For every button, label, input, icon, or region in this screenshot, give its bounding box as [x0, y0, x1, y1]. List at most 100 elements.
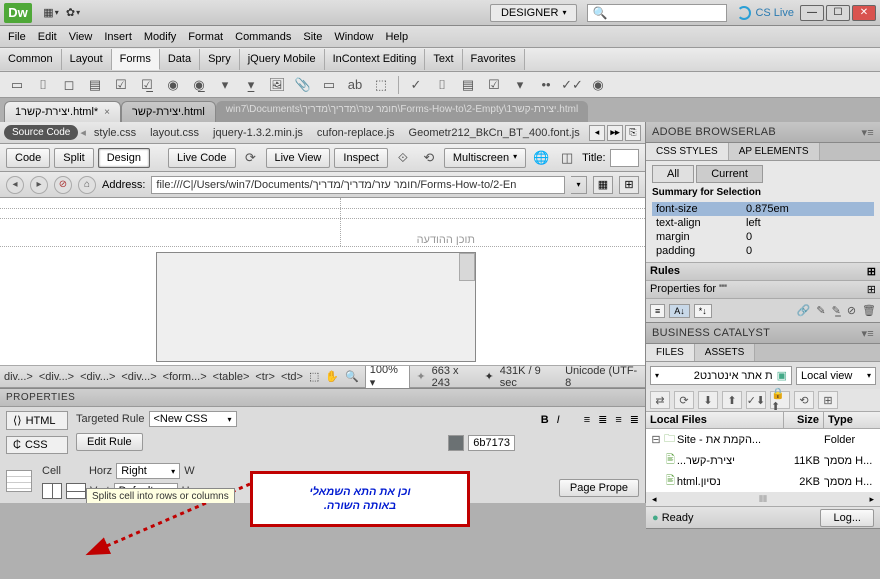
rel-next[interactable]: ▸▸ — [607, 125, 623, 141]
insert-tab-data[interactable]: Data — [160, 49, 200, 70]
spry-textarea-icon[interactable]: ▤ — [457, 75, 479, 95]
inspect-button[interactable]: Inspect — [334, 148, 387, 168]
new-rule-icon[interactable]: ✎ — [816, 304, 825, 317]
insert-tab-incontext[interactable]: InContext Editing — [325, 49, 426, 70]
layout-menu-icon[interactable]: ▦▾ — [42, 4, 60, 22]
h-scrollbar[interactable]: ◂⦀⦀▸ — [646, 492, 880, 506]
related-file[interactable]: jquery-1.3.2.min.js — [207, 125, 309, 141]
extension-menu-icon[interactable]: ✿▾ — [64, 4, 82, 22]
form-textarea[interactable] — [156, 252, 476, 362]
attach-css-icon[interactable]: 🔗 — [797, 304, 811, 317]
guides-icon[interactable]: ⊞ — [619, 176, 639, 194]
spry-checkbox-icon[interactable]: ☑ — [483, 75, 505, 95]
close-button[interactable]: ✕ — [852, 5, 876, 21]
related-file[interactable]: cufon-replace.js — [311, 125, 401, 141]
menu-commands[interactable]: Commands — [235, 31, 291, 43]
related-file[interactable]: layout.css — [144, 125, 205, 141]
spry-password-icon[interactable]: •• — [535, 75, 557, 95]
spry-validation-icon[interactable]: ✓ — [405, 75, 427, 95]
doc-tab-active[interactable]: יצירת-קשר1.html* × — [4, 101, 121, 122]
zoom-select[interactable]: 100% ▾ — [365, 362, 411, 391]
file-row[interactable]: 🖹 נסיון.html2KBמסמך H... — [646, 471, 880, 492]
checkout-icon[interactable]: ✓⬇ — [746, 391, 766, 409]
tag-crumb[interactable]: <table> — [213, 371, 250, 383]
back-icon[interactable]: ◂ — [6, 176, 24, 194]
maximize-button[interactable]: ☐ — [826, 5, 850, 21]
expand-icon[interactable]: ⊞ — [818, 391, 838, 409]
tag-crumb[interactable]: <div...> — [39, 371, 74, 383]
checkbox-icon[interactable]: ☑ — [110, 75, 132, 95]
scrollbar-stub[interactable] — [459, 253, 475, 281]
italic-icon[interactable]: I — [557, 414, 560, 426]
visual-aids-icon[interactable]: ◫ — [556, 148, 578, 168]
tag-crumb[interactable]: <form...> — [163, 371, 207, 383]
menu-file[interactable]: File — [8, 31, 26, 43]
connect-icon[interactable]: ⇄ — [650, 391, 670, 409]
insert-tab-text[interactable]: Text — [425, 49, 462, 70]
category-view-icon[interactable]: ≡ — [650, 304, 665, 318]
tag-crumb[interactable]: <td> — [281, 371, 303, 383]
insert-tab-common[interactable]: Common — [0, 49, 62, 70]
select-tool-icon[interactable]: ⬚ — [309, 370, 319, 383]
bg-color-swatch[interactable] — [448, 435, 464, 451]
menu-help[interactable]: Help — [385, 31, 408, 43]
spry-textfield-icon[interactable]: ⌷ — [431, 75, 453, 95]
align-center-icon[interactable]: ≣ — [598, 413, 607, 426]
css-row[interactable]: margin0 — [652, 230, 874, 244]
menu-format[interactable]: Format — [188, 31, 223, 43]
css-row[interactable]: text-alignleft — [652, 216, 874, 230]
align-justify-icon[interactable]: ≣ — [630, 413, 639, 426]
checkin-icon[interactable]: 🔒⬆ — [770, 391, 790, 409]
col-type[interactable]: Type — [824, 412, 880, 428]
menu-insert[interactable]: Insert — [104, 31, 132, 43]
props-toggle-icon[interactable]: ⊞ — [867, 283, 876, 296]
button-icon[interactable]: ▭ — [318, 75, 340, 95]
css-styles-tab[interactable]: CSS STYLES — [646, 143, 729, 160]
assets-tab[interactable]: ASSETS — [695, 344, 755, 361]
get-icon[interactable]: ⬇ — [698, 391, 718, 409]
spry-confirm-icon[interactable]: ✓✓ — [561, 75, 583, 95]
label-icon[interactable]: ab — [344, 75, 366, 95]
insert-tab-forms[interactable]: Forms — [112, 49, 160, 70]
source-code-pill[interactable]: Source Code — [4, 125, 78, 140]
related-file[interactable]: Geometr212_BkCn_BT_400.font.js — [403, 125, 586, 141]
bold-icon[interactable]: B — [541, 414, 549, 426]
preview-icon[interactable]: 🌐 — [530, 148, 552, 168]
address-input[interactable]: file:///C|/Users/win7/Documents/חומר עזר… — [151, 176, 565, 194]
address-dropdown[interactable]: ▾ — [571, 176, 587, 194]
css-mode-button[interactable]: ₵CSS — [6, 436, 68, 454]
textfield-icon[interactable]: ⌷ — [32, 75, 54, 95]
menu-edit[interactable]: Edit — [38, 31, 57, 43]
stop-icon[interactable]: ⊘ — [54, 176, 72, 194]
edit-style-icon[interactable]: ✎̲ — [832, 304, 841, 317]
textarea-icon[interactable]: ▤ — [84, 75, 106, 95]
browser-nav-icon[interactable]: ⟐ — [392, 148, 414, 168]
current-tab[interactable]: Current — [696, 165, 763, 183]
split-cell-icon[interactable] — [66, 483, 86, 499]
css-row[interactable]: font-size0.875em — [652, 202, 874, 216]
all-tab[interactable]: All — [652, 165, 694, 183]
sync-icon[interactable]: ⟲ — [794, 391, 814, 409]
site-select[interactable]: ▣ת אתר אינטרנט2▾ — [650, 366, 792, 385]
close-icon[interactable]: × — [104, 107, 110, 118]
spry-select-icon[interactable]: ▾ — [509, 75, 531, 95]
select-icon[interactable]: ▾ — [214, 75, 236, 95]
split-view-button[interactable]: Split — [54, 148, 93, 168]
checkboxgroup-icon[interactable]: ☑̲ — [136, 75, 158, 95]
live-code-sync-icon[interactable]: ⟳ — [240, 148, 262, 168]
refresh-files-icon[interactable]: ⟳ — [674, 391, 694, 409]
zoom-tool-icon[interactable]: 🔍 — [345, 370, 359, 383]
code-view-button[interactable]: Code — [6, 148, 50, 168]
search-box[interactable]: 🔍 — [587, 4, 727, 22]
tag-crumb[interactable]: <div...> — [80, 371, 115, 383]
merge-cells-icon[interactable] — [42, 483, 62, 499]
files-tab[interactable]: FILES — [646, 344, 695, 361]
page-properties-button[interactable]: Page Prope — [559, 479, 639, 497]
tag-crumb[interactable]: div...> — [4, 371, 33, 383]
rules-toggle-icon[interactable]: ⊞ — [867, 265, 876, 278]
doc-tab-inactive[interactable]: יצירת-קשר.html — [121, 101, 216, 122]
delete-css-icon[interactable]: 🗑 — [862, 304, 876, 317]
rel-menu[interactable]: ⎘ — [625, 125, 641, 141]
ap-elements-tab[interactable]: AP ELEMENTS — [729, 143, 820, 160]
multiscreen-button[interactable]: Multiscreen▾ — [444, 148, 526, 168]
